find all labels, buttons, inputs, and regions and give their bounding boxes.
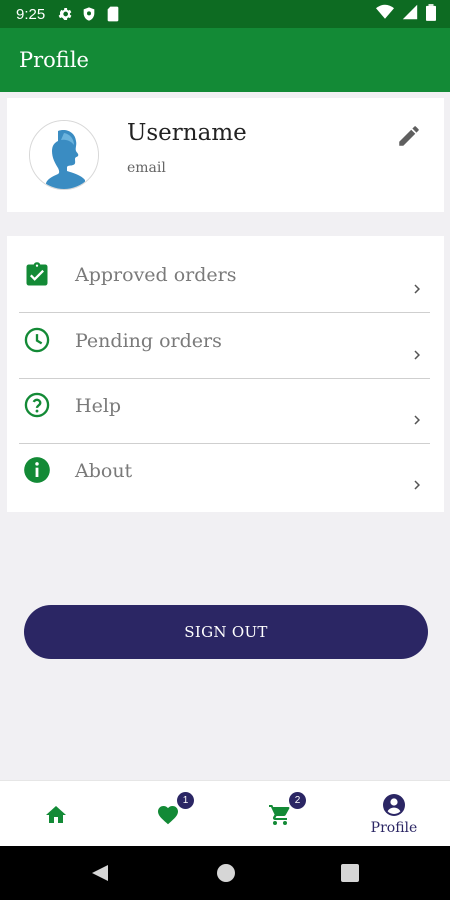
avatar[interactable] xyxy=(29,120,99,190)
menu-item-approved-orders[interactable]: Approved orders xyxy=(7,248,444,313)
help-circle-icon xyxy=(23,391,51,419)
wifi-icon xyxy=(376,4,394,24)
system-nav-bar xyxy=(0,846,450,900)
chevron-right-icon xyxy=(408,476,426,494)
bottom-nav: 1 2 Profile xyxy=(0,780,450,847)
menu-card: Approved orders Pending orders Help Abou… xyxy=(7,236,444,512)
nav-favorites[interactable]: 1 xyxy=(112,781,224,847)
menu-item-help[interactable]: Help xyxy=(7,379,444,444)
app-bar: Profile xyxy=(0,28,450,92)
menu-item-label: About xyxy=(75,460,133,482)
nav-cart[interactable]: 2 xyxy=(224,781,336,847)
clock-icon xyxy=(23,326,51,354)
profile-icon xyxy=(382,793,406,817)
info-icon xyxy=(23,456,51,484)
page-title: Profile xyxy=(19,48,89,72)
favorites-badge: 1 xyxy=(177,792,194,809)
edit-profile-button[interactable] xyxy=(396,123,422,149)
email: email xyxy=(127,160,166,176)
chevron-right-icon xyxy=(408,346,426,364)
settings-icon xyxy=(57,6,73,22)
home-icon xyxy=(44,803,68,827)
nav-profile[interactable]: Profile xyxy=(338,781,450,847)
status-time: 9:25 xyxy=(16,5,46,23)
menu-item-about[interactable]: About xyxy=(7,444,444,509)
status-bar: 9:25 xyxy=(0,0,450,28)
cart-badge: 2 xyxy=(289,792,306,809)
shield-icon xyxy=(81,6,97,22)
home-circle-icon[interactable] xyxy=(216,863,236,883)
sign-out-button[interactable]: SIGN OUT xyxy=(24,605,428,659)
profile-card: Username email xyxy=(7,98,444,212)
nav-home[interactable] xyxy=(0,781,112,847)
divider xyxy=(19,312,430,313)
person-silhouette-icon xyxy=(30,121,98,189)
signal-icon xyxy=(402,4,418,24)
clipboard-check-icon xyxy=(23,261,51,289)
cart-icon xyxy=(268,803,292,827)
menu-item-label: Help xyxy=(75,395,122,417)
menu-item-pending-orders[interactable]: Pending orders xyxy=(7,314,444,379)
menu-item-label: Approved orders xyxy=(75,264,237,286)
username: Username xyxy=(127,120,247,146)
back-icon[interactable] xyxy=(90,863,110,883)
nav-profile-label: Profile xyxy=(370,820,418,836)
battery-icon xyxy=(426,3,436,25)
pencil-icon xyxy=(399,126,419,146)
menu-item-label: Pending orders xyxy=(75,330,222,352)
sim-card-icon xyxy=(105,6,121,22)
heart-icon xyxy=(156,803,180,827)
chevron-right-icon xyxy=(408,280,426,298)
chevron-right-icon xyxy=(408,411,426,429)
recents-icon[interactable] xyxy=(340,863,360,883)
